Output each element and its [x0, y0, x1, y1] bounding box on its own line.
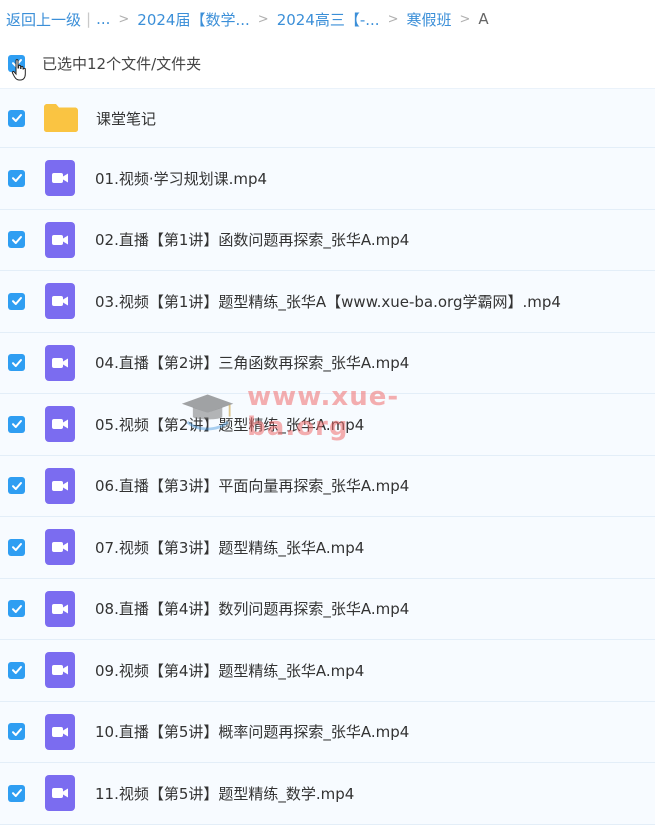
file-row[interactable]: 08.直播【第4讲】数列问题再探索_张华A.mp4 [0, 578, 655, 640]
video-file-icon [45, 652, 75, 689]
video-file-icon [45, 221, 75, 258]
video-file-icon [45, 344, 75, 381]
video-file-icon [45, 713, 75, 750]
file-row[interactable]: 02.直播【第1讲】函数问题再探索_张华A.mp4 [0, 209, 655, 271]
file-row[interactable]: 11.视频【第5讲】题型精练_数学.mp4 [0, 763, 655, 825]
checkmark-icon [11, 481, 22, 490]
selection-bar: 已选中12个文件/文件夹 [0, 38, 655, 88]
checkmark-icon [11, 114, 22, 122]
row-checkbox[interactable] [8, 109, 25, 127]
file-name: 课堂笔记 [96, 109, 157, 128]
breadcrumb-item-2[interactable]: 2024高三【-... [277, 9, 380, 30]
breadcrumb-ellipsis[interactable]: ... [96, 10, 110, 28]
chevron-right-icon: > [387, 11, 399, 27]
checkmark-icon [11, 604, 22, 613]
checkmark-icon [11, 543, 22, 552]
file-name: 11.视频【第5讲】题型精练_数学.mp4 [95, 784, 355, 803]
selection-count-label: 已选中12个文件/文件夹 [42, 54, 202, 73]
row-checkbox[interactable] [8, 415, 25, 433]
file-name: 02.直播【第1讲】函数问题再探索_张华A.mp4 [95, 231, 410, 250]
file-row[interactable]: 09.视频【第4讲】题型精练_张华A.mp4 [0, 640, 655, 702]
row-checkbox[interactable] [8, 477, 25, 495]
video-file-icon [45, 283, 75, 320]
checkmark-icon [11, 235, 22, 244]
row-checkbox[interactable] [8, 292, 25, 310]
file-name: 03.视频【第1讲】题型精练_张华A【www.xue-ba.org学霸网】.mp… [95, 292, 561, 311]
video-file-icon [45, 590, 75, 627]
breadcrumb-current: A [478, 10, 489, 28]
row-checkbox[interactable] [8, 231, 25, 249]
video-file-icon [45, 467, 75, 504]
checkmark-icon [11, 297, 22, 306]
checkmark-icon [11, 727, 22, 736]
file-row[interactable]: 10.直播【第5讲】概率问题再探索_张华A.mp4 [0, 701, 655, 763]
file-name: 08.直播【第4讲】数列问题再探索_张华A.mp4 [95, 600, 410, 619]
row-checkbox[interactable] [8, 723, 25, 741]
hand-cursor-icon [11, 59, 26, 81]
file-row[interactable]: 04.直播【第2讲】三角函数再探索_张华A.mp4 [0, 332, 655, 394]
row-checkbox[interactable] [8, 354, 25, 372]
file-name: 04.直播【第2讲】三角函数再探索_张华A.mp4 [95, 354, 410, 373]
row-checkbox[interactable] [8, 661, 25, 679]
back-link[interactable]: 返回上一级 [6, 9, 81, 30]
breadcrumb: 返回上一级 | ... > 2024届【数学... > 2024高三【-... … [0, 0, 655, 38]
file-list: 课堂笔记 01.视频·学习规划课.mp4 02.直播【第1讲】函数问题再探索_张… [0, 88, 655, 825]
row-checkbox[interactable] [8, 600, 25, 618]
video-file-icon [45, 406, 75, 443]
file-name: 05.视频【第2讲】题型精练_张华A.mp4 [95, 415, 365, 434]
file-name: 07.视频【第3讲】题型精练_张华A.mp4 [95, 538, 365, 557]
file-row[interactable]: 03.视频【第1讲】题型精练_张华A【www.xue-ba.org学霸网】.mp… [0, 271, 655, 333]
file-row[interactable]: 01.视频·学习规划课.mp4 [0, 148, 655, 210]
breadcrumb-item-1[interactable]: 2024届【数学... [137, 9, 249, 30]
checkmark-icon [11, 666, 22, 675]
chevron-right-icon: > [459, 11, 471, 27]
video-file-icon [45, 160, 75, 197]
breadcrumb-divider: | [86, 10, 92, 28]
chevron-right-icon: > [257, 11, 269, 27]
file-name: 06.直播【第3讲】平面向量再探索_张华A.mp4 [95, 477, 410, 496]
file-name: 09.视频【第4讲】题型精练_张华A.mp4 [95, 661, 365, 680]
checkmark-icon [11, 174, 22, 183]
file-row[interactable]: 07.视频【第3讲】题型精练_张华A.mp4 [0, 517, 655, 579]
breadcrumb-item-3[interactable]: 寒假班 [407, 9, 452, 30]
folder-icon [44, 104, 78, 132]
checkmark-icon [11, 420, 22, 429]
checkmark-icon [11, 358, 22, 367]
row-checkbox[interactable] [8, 538, 25, 556]
folder-row[interactable]: 课堂笔记 [0, 88, 655, 148]
chevron-right-icon: > [118, 11, 130, 27]
file-row[interactable]: 05.视频【第2讲】题型精练_张华A.mp4 [0, 394, 655, 456]
video-file-icon [45, 529, 75, 566]
file-name: 10.直播【第5讲】概率问题再探索_张华A.mp4 [95, 723, 410, 742]
row-checkbox[interactable] [8, 169, 25, 187]
file-row[interactable]: 06.直播【第3讲】平面向量再探索_张华A.mp4 [0, 455, 655, 517]
file-name: 01.视频·学习规划课.mp4 [95, 169, 268, 188]
video-file-icon [45, 775, 75, 812]
row-checkbox[interactable] [8, 784, 25, 802]
checkmark-icon [11, 789, 22, 798]
